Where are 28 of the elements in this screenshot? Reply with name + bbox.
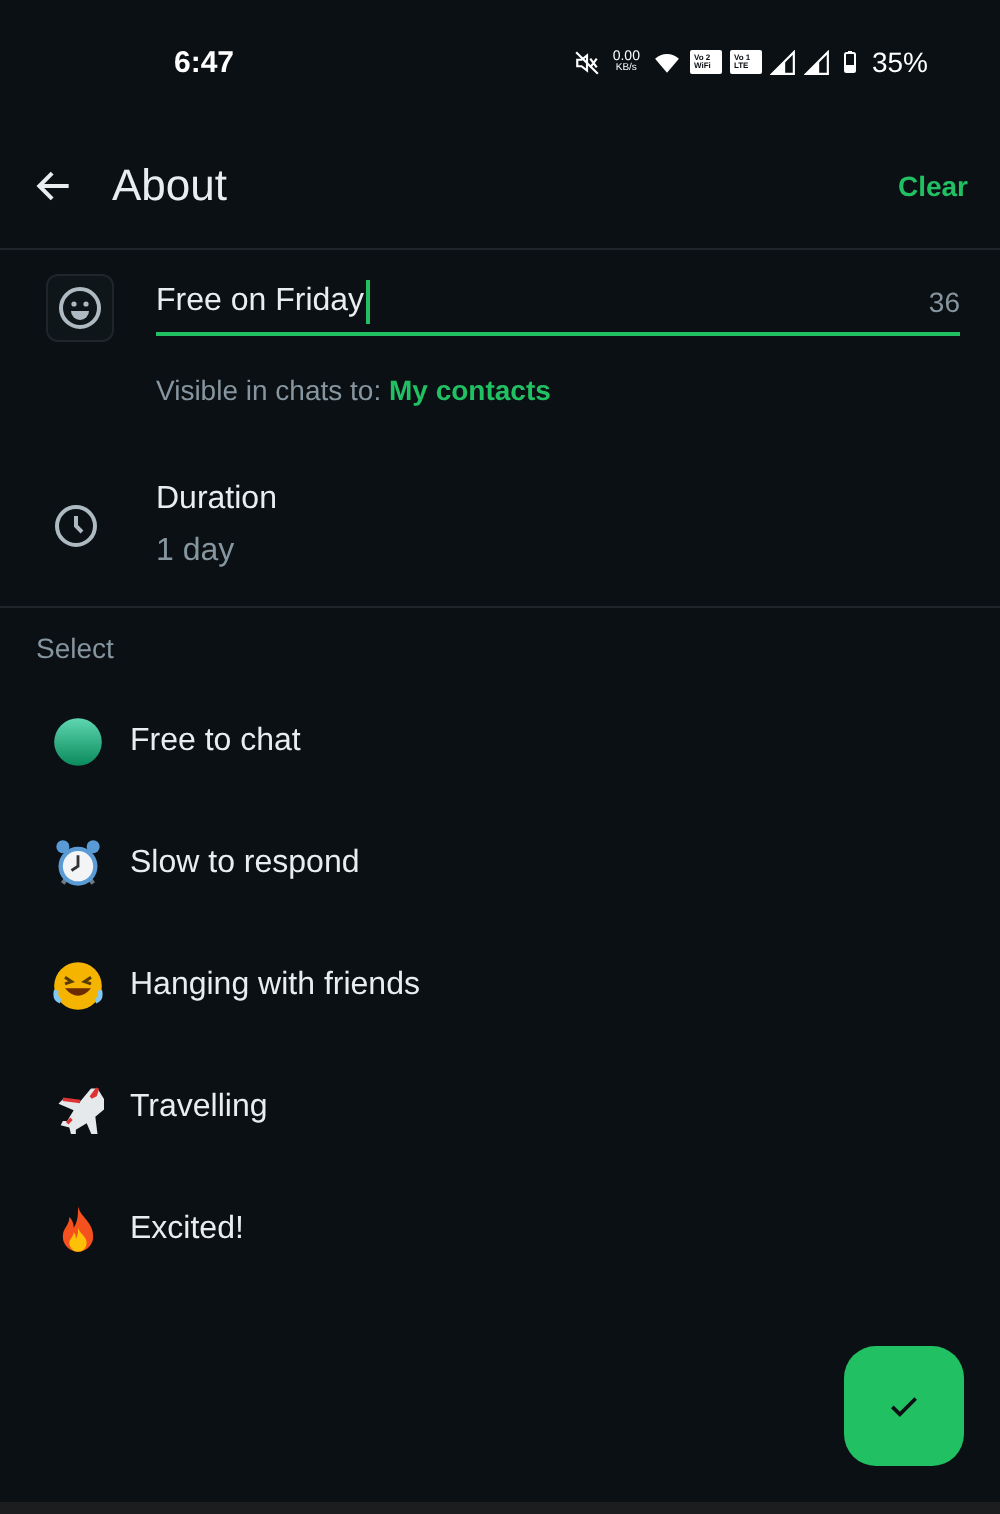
clear-button[interactable]: Clear (897, 170, 968, 202)
status-option[interactable]: Slow to respond (0, 802, 1000, 924)
duration-row[interactable]: Duration 1 day (0, 446, 1000, 608)
signal-icon (803, 49, 830, 75)
about-input-field[interactable]: Free on Friday 36 (156, 280, 960, 336)
save-button[interactable] (844, 1346, 964, 1466)
visibility-link[interactable]: My contacts (388, 374, 551, 406)
mute-icon (574, 49, 601, 75)
clock-time: 6:47 (174, 45, 235, 79)
status-option[interactable]: Excited! (0, 1168, 1000, 1290)
emoji-button[interactable] (46, 274, 114, 342)
laughing-face-icon (52, 959, 104, 1011)
wifi-icon (651, 49, 682, 75)
signal-icon (769, 49, 796, 75)
duration-label: Duration (156, 482, 277, 518)
status-option[interactable]: Free to chat (0, 680, 1000, 802)
status-option[interactable]: Travelling (0, 1046, 1000, 1168)
screen-title: About (112, 160, 227, 212)
section-label: Select (34, 630, 116, 664)
circle-icon (52, 715, 104, 767)
character-counter: 36 (928, 286, 960, 318)
status-option[interactable]: Hanging with friends (0, 924, 1000, 1046)
duration-value: 1 day (156, 534, 237, 570)
smiley-icon (56, 284, 104, 332)
alarm-clock-icon (52, 837, 104, 889)
visibility-text: Visible in chats to: My contacts (156, 374, 553, 406)
clock-icon (52, 502, 100, 550)
battery-level: 35% (871, 46, 928, 78)
